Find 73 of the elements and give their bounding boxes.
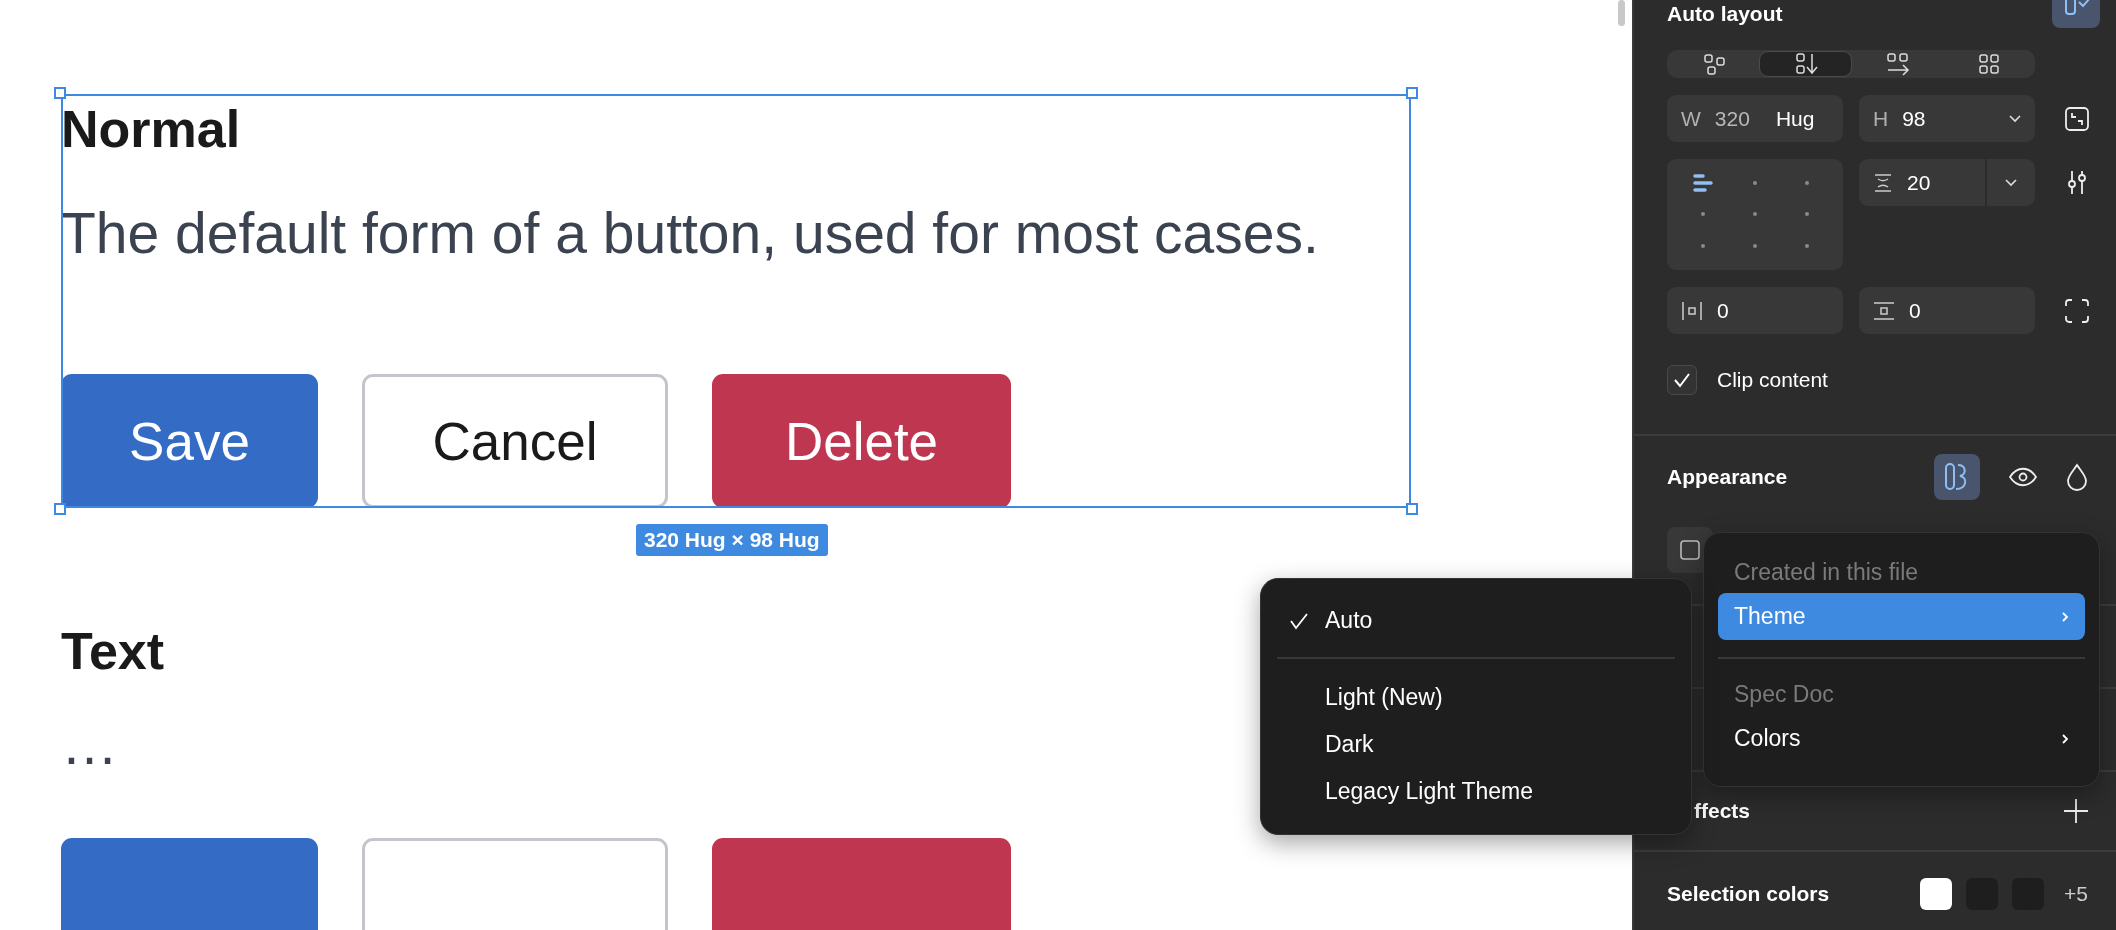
save-button[interactable]: Save	[61, 374, 318, 508]
horizontal-padding-field[interactable]: 0	[1667, 287, 1843, 334]
grid-layout-icon	[1976, 52, 2001, 76]
menu-item[interactable]: Light (New)	[1277, 674, 1675, 721]
scrollbar-thumb[interactable]	[1618, 0, 1625, 26]
resize-handle[interactable]	[54, 503, 66, 515]
width-field[interactable]: W 320 Hug	[1667, 95, 1843, 142]
cancel-button[interactable]: Cancel	[362, 374, 668, 508]
field-mode: Hug	[1775, 106, 1815, 131]
chevron-down-icon	[2005, 178, 2017, 187]
align-left-icon[interactable]	[1692, 171, 1714, 194]
color-swatch[interactable]	[1920, 878, 1953, 910]
checkbox[interactable]	[1667, 365, 1697, 395]
height-field[interactable]: H 98	[1859, 95, 2035, 142]
layout-option[interactable]	[1759, 51, 1852, 77]
field-value: 320	[1714, 106, 1750, 131]
alignment-dot[interactable]	[1805, 180, 1809, 185]
more-count[interactable]: +5	[2064, 882, 2088, 906]
selection-frame[interactable]	[61, 94, 1411, 508]
alignment-dot[interactable]	[1753, 180, 1757, 185]
horizontal-padding-icon	[1681, 300, 1703, 321]
check-icon	[1673, 372, 1691, 388]
drop-icon[interactable]	[2066, 463, 2088, 491]
free-layout-icon	[1701, 52, 1726, 76]
alignment-dot[interactable]	[1805, 244, 1809, 249]
horizontal-layout-icon	[1885, 52, 1910, 76]
section-description: The default form of a button, used for most cases.	[61, 200, 1319, 266]
alignment-dot[interactable]	[1805, 212, 1809, 217]
field-value: 20	[1907, 170, 1932, 195]
field-label: H	[1873, 106, 1889, 131]
vertical-gap-icon	[1873, 172, 1893, 193]
alignment-dot[interactable]	[1701, 212, 1705, 217]
menu-item[interactable]: Theme	[1718, 593, 2085, 640]
field-value: 98	[1902, 106, 1927, 131]
section-description: …	[61, 724, 118, 764]
vertical-padding-icon	[1873, 300, 1895, 321]
plus-icon[interactable]	[2064, 799, 2088, 823]
alignment-dot[interactable]	[1753, 244, 1757, 249]
menu-item[interactable]: Legacy Light Theme	[1277, 768, 1675, 815]
resize-handle[interactable]	[1406, 503, 1418, 515]
field-value: 0	[1909, 298, 1921, 323]
alignment-dot[interactable]	[1701, 244, 1705, 249]
section-heading: Text	[61, 621, 165, 682]
menu-item[interactable]: Auto	[1277, 597, 1675, 644]
section-title: Selection colors	[1667, 882, 1831, 906]
menu-item[interactable]: Dark	[1277, 721, 1675, 768]
section-title: Appearance	[1667, 465, 1789, 489]
eye-icon[interactable]	[2008, 467, 2038, 487]
vertical-layout-icon	[1793, 52, 1818, 76]
sliders-icon[interactable]	[2065, 170, 2089, 194]
field-label: W	[1681, 106, 1701, 131]
padding-box-icon[interactable]	[2065, 298, 2089, 323]
gap-field[interactable]: 20	[1859, 159, 2035, 206]
chevron-down-icon	[2009, 114, 2021, 123]
alignment-dot[interactable]	[1753, 212, 1757, 217]
resize-handle[interactable]	[1406, 87, 1418, 99]
chevron-right-icon	[2062, 733, 2069, 744]
resize-icon[interactable]	[2065, 106, 2089, 131]
field-value: 0	[1717, 298, 1729, 323]
menu-heading: Created in this file	[1733, 558, 1920, 587]
delete-button[interactable]: Delete	[712, 374, 1011, 508]
section-heading: Normal	[61, 99, 241, 160]
checkbox-label: Clip content	[1717, 368, 1828, 392]
chevron-right-icon	[2062, 611, 2069, 622]
section-title: ffects	[1694, 799, 1752, 823]
vertical-padding-field[interactable]: 0	[1859, 287, 2035, 334]
size-badge: 320 Hug × 98 Hug	[636, 524, 828, 556]
resize-handle[interactable]	[54, 87, 66, 99]
variable-mode-icon[interactable]	[1934, 454, 1980, 500]
menu-heading: Spec Doc	[1733, 680, 1835, 709]
auto-layout-toggle-icon[interactable]	[2052, 0, 2100, 28]
section-title: Auto layout	[1667, 2, 1783, 26]
menu-item[interactable]: Colors	[1718, 715, 2085, 762]
